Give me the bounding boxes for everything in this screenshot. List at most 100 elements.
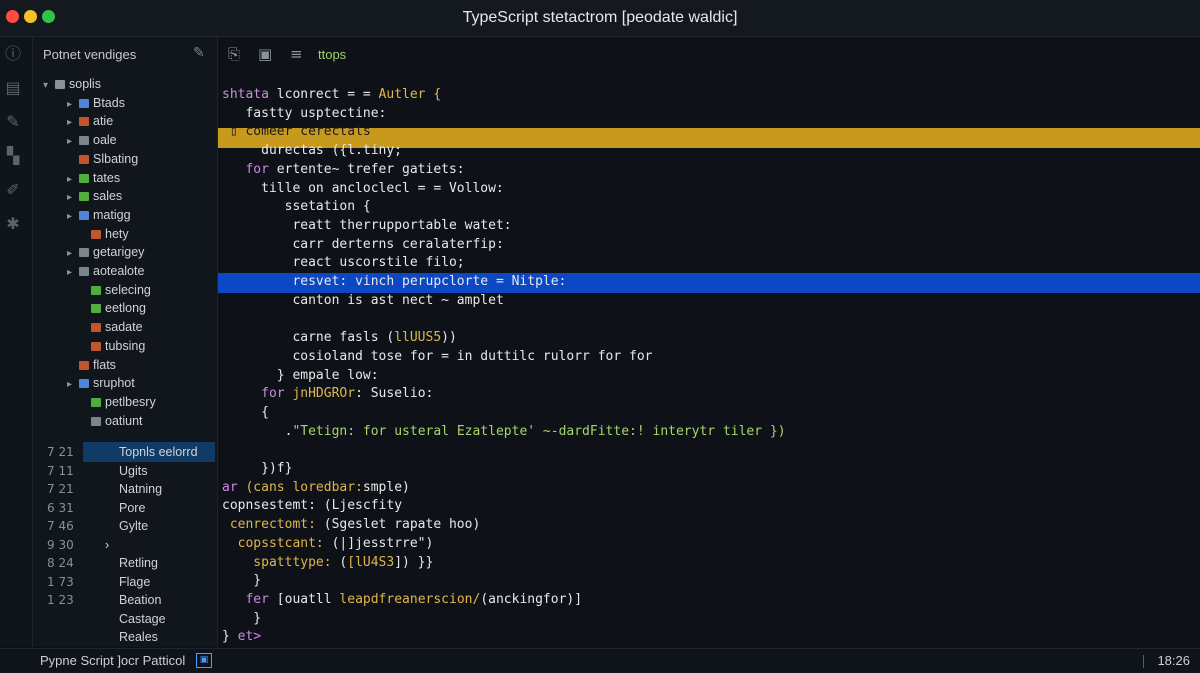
- code-line[interactable]: react uscorstile filo;: [222, 254, 464, 272]
- chevron-icon[interactable]: ▸: [67, 376, 79, 394]
- outline-item[interactable]: ›: [105, 538, 109, 552]
- tree-item[interactable]: ▸ aotealote: [67, 262, 144, 280]
- chevron-icon[interactable]: ▾: [43, 77, 55, 95]
- code-line[interactable]: copsstcant: (|]jesstrre"): [222, 535, 434, 553]
- layers-icon[interactable]: ▤: [4, 79, 22, 97]
- code-line[interactable]: })f}: [222, 460, 292, 478]
- outline-item[interactable]: Reales: [119, 630, 158, 644]
- status-divider: [1143, 655, 1144, 668]
- extensions-icon[interactable]: ▚: [4, 147, 22, 165]
- outline-item[interactable]: Castage: [119, 612, 166, 626]
- save-icon[interactable]: ▣: [258, 45, 272, 63]
- outline-item[interactable]: Ugits: [119, 464, 147, 478]
- code-line[interactable]: ."Tetign: for usteral Ezatlepte' ~-dardF…: [222, 423, 786, 441]
- menu-icon[interactable]: ≡: [290, 45, 303, 63]
- tree-item[interactable]: tubsing: [79, 337, 145, 355]
- code-line[interactable]: durectas ({l.tiny;: [222, 142, 402, 160]
- code-line[interactable]: ssetation {: [222, 198, 371, 216]
- code-line[interactable]: }: [222, 610, 261, 628]
- code-line[interactable]: copnsestemt: (Ljescfity: [222, 497, 402, 515]
- new-file-icon[interactable]: ⎘: [228, 45, 240, 63]
- folder-icon: [91, 323, 101, 333]
- outline-item[interactable]: Flage: [119, 575, 150, 589]
- code-line[interactable]: }: [222, 572, 261, 590]
- folder-icon: [79, 192, 89, 202]
- brush-icon[interactable]: ✐: [4, 181, 22, 199]
- folder-icon: [91, 304, 101, 314]
- tree-item[interactable]: ▸ sruphot: [67, 374, 135, 392]
- code-line[interactable]: } et>: [222, 628, 261, 646]
- code-line[interactable]: fer [ouatll leapdfreanerscion/(anckingfo…: [222, 591, 582, 609]
- code-token: fer: [222, 591, 277, 607]
- folder-icon: [79, 154, 89, 164]
- tree-item[interactable]: ▸ oale: [67, 131, 117, 149]
- tree-item[interactable]: oatiunt: [79, 412, 143, 430]
- tree-item[interactable]: ▸ atie: [67, 112, 113, 130]
- wrench-icon[interactable]: ✱: [4, 215, 22, 233]
- info-icon[interactable]: ⓘ: [4, 45, 22, 63]
- tree-item[interactable]: ▸ Btads: [67, 94, 125, 112]
- code-line[interactable]: spatttype: ([lU4S3]) }}: [222, 554, 433, 572]
- tree-item[interactable]: ▸ getarigey: [67, 243, 144, 261]
- code-line[interactable]: for jnHDGROr: Suselio:: [222, 385, 433, 403]
- chevron-icon[interactable]: ▸: [67, 114, 79, 132]
- outline-line-number: 7 21: [47, 445, 74, 459]
- status-language[interactable]: Pypne Script ]ocr Patticol: [40, 653, 185, 668]
- outline-item[interactable]: Gylte: [119, 519, 148, 533]
- edit-icon[interactable]: ✎: [193, 45, 205, 61]
- chevron-icon[interactable]: ▸: [67, 189, 79, 207]
- chevron-icon[interactable]: ▸: [67, 208, 79, 226]
- code-line[interactable]: resvet: vinch perupclorte = Nitple:: [222, 273, 566, 291]
- code-editor[interactable]: ⎘ ▣ ≡ ttops shtata lconrect = = Autler {…: [218, 37, 1200, 647]
- outline-line-number: 7 21: [47, 482, 74, 496]
- tree-item[interactable]: petlbesry: [79, 393, 156, 411]
- tree-item-label: oale: [93, 133, 117, 148]
- code-token: shtata: [222, 87, 277, 102]
- code-token: lconrect = =: [276, 87, 379, 102]
- outline-item[interactable]: Beation: [119, 593, 161, 607]
- code-token: llUUS5: [394, 330, 442, 346]
- code-line[interactable]: ar (cans loredbar:smple): [222, 479, 410, 497]
- code-line[interactable]: {: [222, 404, 269, 422]
- tree-item[interactable]: Slbating: [67, 150, 138, 168]
- code-token: cosioland: [222, 348, 371, 364]
- chevron-icon[interactable]: ▸: [67, 96, 79, 114]
- chevron-icon[interactable]: ▸: [67, 133, 79, 151]
- code-token: }: [222, 573, 262, 589]
- code-line[interactable]: tille on ancloclecl = = Vollow:: [222, 180, 504, 198]
- code-line[interactable]: reatt therrupportable watet:: [222, 217, 511, 235]
- outline-item[interactable]: Retling: [119, 556, 158, 570]
- code-token: tose for = in duttilc rulorr for for: [370, 348, 653, 364]
- tree-item[interactable]: ▸ sales: [67, 187, 122, 205]
- tree-item[interactable]: hety: [79, 225, 129, 243]
- code-line[interactable]: carne fasls (llUUS5)): [222, 329, 456, 347]
- tree-item[interactable]: sadate: [79, 318, 143, 336]
- chevron-icon[interactable]: ▸: [67, 264, 79, 282]
- tree-item[interactable]: flats: [67, 356, 116, 374]
- folder-icon: [79, 173, 89, 183]
- pen-icon[interactable]: ✎: [4, 113, 22, 131]
- tree-item[interactable]: ▸ matigg: [67, 206, 131, 224]
- code-line[interactable]: canton is ast nect ~ amplet: [222, 292, 503, 310]
- code-line[interactable]: for ertente~ trefer gatiets:: [222, 161, 464, 179]
- code-line[interactable]: carr derterns ceralaterfip:: [222, 236, 503, 254]
- tree-item[interactable]: selecing: [79, 281, 151, 299]
- code-line[interactable]: fastty usptectine:: [222, 105, 386, 123]
- chevron-icon[interactable]: ▸: [67, 171, 79, 189]
- code-line[interactable]: cosioland tose for = in duttilc rulorr f…: [222, 348, 652, 366]
- code-line[interactable]: ▯ comeer cerectals: [222, 123, 371, 141]
- code-line[interactable]: cenrectomt: (Sgeslet rapate hoo): [222, 516, 480, 534]
- outline-item[interactable]: Pore: [119, 501, 145, 515]
- tree-item[interactable]: ▸ tates: [67, 169, 120, 187]
- outline-item[interactable]: Topnls eelorrd: [119, 445, 198, 459]
- outline-line-number: 1 73: [47, 574, 74, 589]
- tree-item[interactable]: eetlong: [79, 299, 146, 317]
- code-token: Ezatlepte': [456, 423, 543, 439]
- tree-item[interactable]: ▾ soplis: [43, 75, 101, 93]
- status-badge-icon[interactable]: ▣: [196, 653, 212, 668]
- code-token: [lU4S3: [347, 554, 395, 570]
- code-line[interactable]: shtata lconrect = = Autler {: [222, 86, 441, 104]
- chevron-icon[interactable]: ▸: [67, 245, 79, 263]
- outline-item[interactable]: Natning: [119, 482, 162, 496]
- code-line[interactable]: } empale low:: [222, 367, 379, 385]
